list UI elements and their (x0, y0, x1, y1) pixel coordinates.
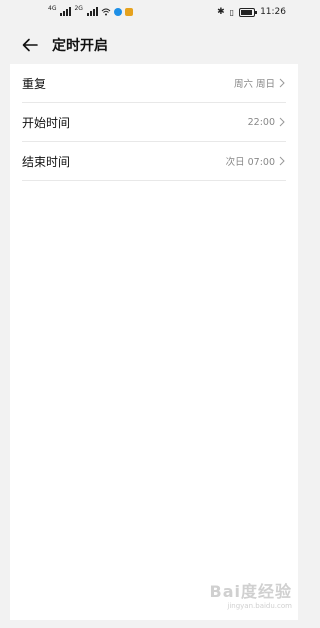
chevron-right-icon (279, 156, 285, 166)
status-left: 4G 2G (48, 5, 133, 16)
app-notification-icon (113, 7, 122, 16)
setting-value-group: 次日 07:00 (226, 154, 286, 168)
header: 定时开启 (10, 28, 298, 62)
wifi-icon (101, 8, 111, 15)
watermark: Bai度经验 jingyan.baidu.com (210, 578, 292, 610)
setting-label: 开始时间 (22, 115, 71, 130)
setting-start-time[interactable]: 开始时间 22:00 (22, 103, 286, 142)
download-notification-icon (124, 7, 133, 16)
signal-icon-2 (86, 7, 98, 16)
setting-value-group: 22:00 (248, 117, 286, 128)
vibrate-icon: ▯ (229, 7, 235, 17)
watermark-url: jingyan.baidu.com (227, 602, 292, 610)
bluetooth-icon: ✱ (217, 7, 225, 17)
signal-icon (60, 7, 72, 16)
battery-icon (239, 7, 258, 17)
watermark-brand: Bai度经验 (209, 582, 292, 601)
network-type-1: 4G (48, 5, 57, 12)
setting-value-group: 周六 周日 (234, 76, 286, 90)
status-time: 11:26 (260, 7, 286, 17)
back-arrow-icon[interactable] (16, 31, 44, 59)
chevron-right-icon (279, 117, 285, 127)
status-bar: 4G 2G ✱ ▯ 11:26 (10, 0, 298, 26)
setting-end-time[interactable]: 结束时间 次日 07:00 (22, 142, 286, 181)
chevron-right-icon (279, 78, 285, 88)
status-right: ✱ ▯ 11:26 (217, 7, 286, 17)
setting-value: 22:00 (247, 116, 275, 128)
settings-card: 重复 周六 周日 开始时间 22:00 结束时间 次日 07:00 Bai度经验… (10, 64, 298, 620)
setting-label: 重复 (22, 76, 47, 91)
setting-repeat[interactable]: 重复 周六 周日 (22, 64, 286, 103)
setting-value: 次日 07:00 (225, 157, 275, 168)
setting-label: 结束时间 (22, 154, 71, 169)
network-type-2: 2G (74, 5, 83, 12)
setting-value: 周六 周日 (233, 79, 275, 90)
phone-screen: 4G 2G ✱ ▯ 11:26 定时开启 重复 周六 周日 开始时间 22:00… (10, 0, 298, 620)
page-title: 定时开启 (52, 38, 108, 54)
